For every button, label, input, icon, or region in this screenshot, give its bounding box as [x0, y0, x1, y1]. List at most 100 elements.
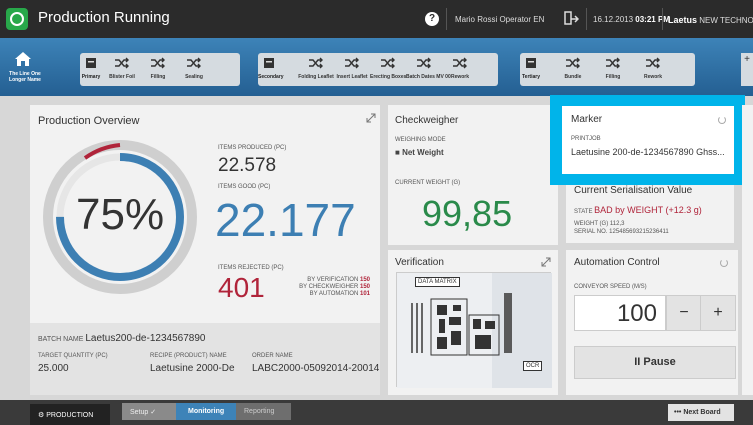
group-label: Tertiary [522, 74, 540, 80]
home-button[interactable]: The Line One Longer Name [0, 38, 48, 96]
step-0-2[interactable]: Sealing [176, 53, 212, 86]
home-icon [15, 52, 31, 66]
loading-icon [718, 116, 726, 124]
step-0-1[interactable]: Filling [140, 53, 176, 86]
stop-icon [80, 57, 102, 71]
production-overview-panel: Production Overview 75% ITEMS PRODUCED (… [30, 105, 380, 395]
step-label: Bundle [564, 74, 582, 80]
transfer-icon [406, 57, 442, 71]
panel-title: Production Overview [38, 115, 140, 127]
speed-label: CONVEYOR SPEED (m/s) [574, 284, 647, 290]
step-1-0[interactable]: Folding Leaflet [298, 53, 334, 86]
transfer-icon [298, 57, 334, 71]
step-label: Filling [150, 74, 166, 80]
divider [586, 8, 587, 30]
step-label: Erecting Boxes [370, 74, 407, 80]
target-label: TARGET QUANTITY (pc) [38, 353, 108, 359]
serialisation-panel: Current Serialisation Value STATE BAD by… [566, 185, 734, 243]
automation-panel: Automation Control CONVEYOR SPEED (m/s) … [566, 250, 738, 395]
transfer-icon [334, 57, 370, 71]
line-navigation: The Line One Longer Name + Primary Bliste… [0, 38, 753, 96]
weight-row: WEIGHT (g) 112,3 [574, 221, 625, 227]
user-name[interactable]: Mario Rossi Operator EN [455, 15, 544, 24]
module-button[interactable]: ⚙ PRODUCTION [30, 404, 110, 425]
target-value: 25.000 [38, 363, 69, 374]
step-label: Insert Leaflet [336, 74, 368, 80]
step-1-4[interactable]: Rework [442, 53, 478, 86]
transfer-icon [633, 57, 673, 71]
step-reporting[interactable]: Reporting [236, 403, 291, 420]
transfer-icon [104, 57, 140, 71]
help-icon[interactable]: ? [425, 12, 439, 26]
expand-icon[interactable] [366, 113, 376, 123]
group-button-0[interactable]: Primary [80, 53, 102, 86]
mode-value: ■ Net Weight [395, 148, 444, 157]
good-value: 22.177 [215, 194, 356, 246]
reject-row: BY AUTOMATION 101 [309, 291, 370, 297]
panel-title: Automation Control [574, 257, 660, 268]
title-bar: Production Running ? Mario Rossi Operato… [0, 0, 753, 38]
recipe-label: RECIPE (PRODUCT) NAME [150, 353, 227, 359]
divider [446, 8, 447, 30]
next-panel-edge [742, 105, 753, 395]
step-1-3[interactable]: Batch Dates MV 00 [406, 53, 451, 86]
transfer-icon [593, 57, 633, 71]
good-label: ITEMS GOOD (pc) [218, 184, 271, 190]
step-label: Blister Foil [109, 74, 135, 80]
page-title: Production Running [38, 9, 170, 26]
step-2-0[interactable]: Bundle [553, 53, 593, 86]
transfer-icon [176, 57, 212, 71]
serial-row: SERIAL NO. 125485693215236411 [574, 229, 669, 235]
date-time: 16.12.2013 03:21 PM [593, 15, 670, 24]
step-1-1[interactable]: Insert Leaflet [334, 53, 370, 86]
speed-input[interactable]: 100 [574, 295, 666, 331]
stop-icon [520, 57, 542, 71]
next-board-button[interactable]: ••• Next Board [668, 404, 734, 421]
step-2-2[interactable]: Rework [633, 53, 673, 86]
marker-panel[interactable]: Marker PRINTJOB Laetusine 200-de-1234567… [562, 106, 734, 174]
transfer-icon [553, 57, 593, 71]
step-monitoring[interactable]: Monitoring [176, 403, 236, 420]
produced-value: 22.578 [218, 155, 277, 176]
group-button-2[interactable]: Tertiary [520, 53, 542, 86]
step-0-0[interactable]: Blister Foil [104, 53, 140, 86]
pause-button[interactable]: II Pause [574, 346, 736, 379]
step-2-1[interactable]: Filling [593, 53, 633, 86]
line-name: The Line One Longer Name [9, 71, 41, 83]
group-button-1[interactable]: Secondary [258, 53, 284, 86]
reject-row: BY CHECKWEIGHER 150 [299, 284, 370, 290]
stop-icon [258, 57, 280, 71]
verification-panel: Verification DATA MATRIX OCR [388, 250, 558, 395]
ocr-tag: OCR [523, 361, 543, 371]
divider [662, 8, 663, 30]
brand: Laetus NEW TECHNOLOGY [668, 15, 753, 25]
logout-icon[interactable] [563, 10, 579, 28]
camera-image: DATA MATRIX OCR [396, 272, 552, 388]
printjob-label: PRINTJOB [571, 136, 601, 142]
step-label: Filling [605, 74, 621, 80]
panel-title: Checkweigher [395, 115, 459, 126]
panel-title: Marker [571, 114, 603, 125]
datamatrix-tag: DATA MATRIX [415, 277, 460, 287]
step-label: Folding Leaflet [298, 74, 334, 80]
speed-decrease-button[interactable]: − [666, 295, 702, 331]
transfer-icon [370, 57, 406, 71]
step-setup[interactable]: Setup ✓ [122, 403, 177, 420]
rejected-value: 401 [218, 272, 265, 303]
step-1-2[interactable]: Erecting Boxes [370, 53, 406, 86]
panel-title: Current Serialisation Value [574, 185, 693, 196]
order-value: LABC2000-05092014-20014 [252, 363, 380, 374]
group-label: Primary [81, 74, 101, 80]
zoom-button[interactable]: + [741, 53, 753, 86]
printjob-value: Laetusine 200-de-1234567890 Ghss... [571, 147, 725, 157]
state-row: STATE BAD by WEIGHT (+12.3 g) [574, 205, 702, 215]
rejected-label: ITEMS REJECTED (pc) [218, 265, 284, 271]
produced-label: ITEMS PRODUCED (pc) [218, 145, 287, 151]
app-logo-icon [6, 8, 28, 30]
step-label: Batch Dates MV 00 [406, 74, 451, 80]
step-label: Sealing [185, 74, 203, 80]
speed-increase-button[interactable]: + [700, 295, 736, 331]
group-label: Secondary [258, 74, 284, 80]
expand-icon[interactable] [541, 257, 551, 267]
batch-info: BATCH NAME Laetus200-de-1234567890 TARGE… [30, 323, 380, 395]
